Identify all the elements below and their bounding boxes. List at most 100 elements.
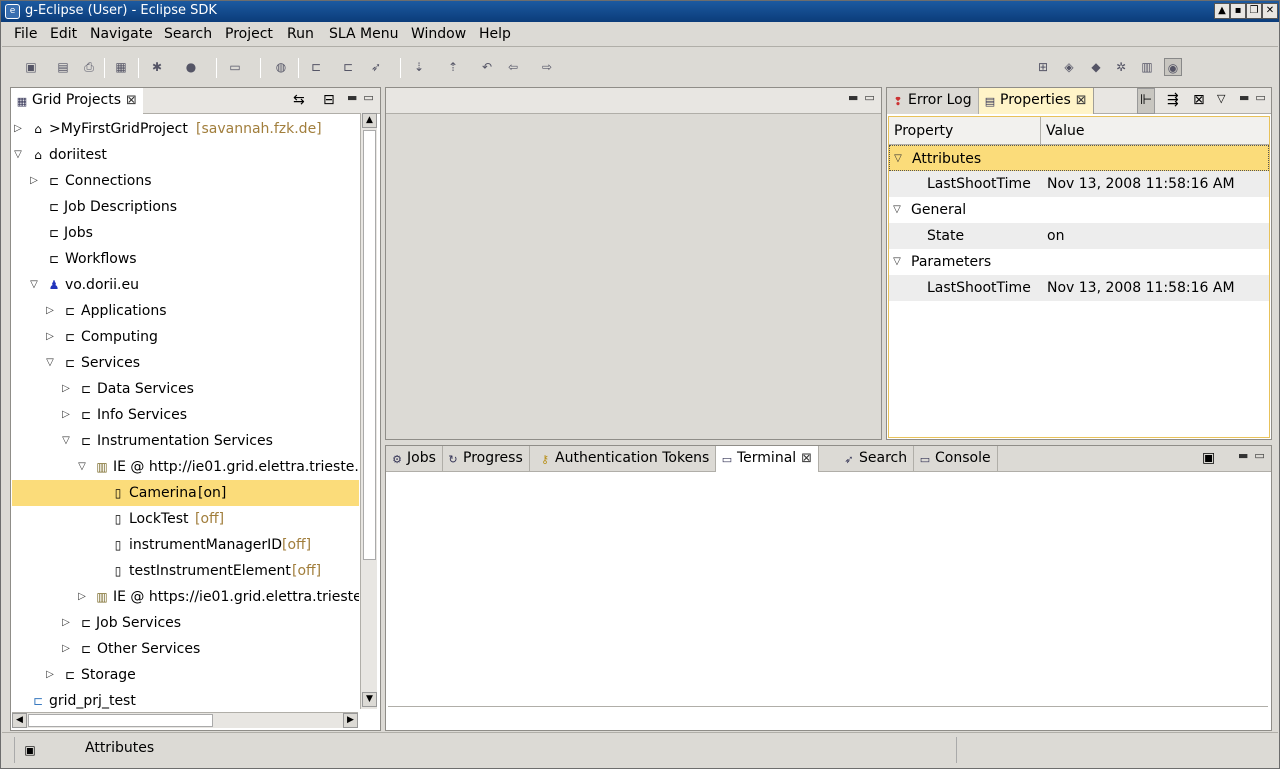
menu-project[interactable]: Project — [225, 26, 273, 42]
tree-horizontal-scrollbar[interactable]: ◀ ▶ — [12, 712, 358, 728]
property-category-row[interactable]: ▽ General — [889, 197, 1269, 223]
tree-row[interactable]: ▷ ⊏ Other Services — [12, 636, 359, 662]
expand-icon[interactable]: ▷ — [45, 662, 55, 688]
expand-icon[interactable]: ▷ — [29, 168, 39, 194]
property-row[interactable]: LastShootTime Nov 13, 2008 11:58:16 AM — [889, 275, 1269, 301]
menu-navigate[interactable]: Navigate — [90, 26, 153, 42]
tree-row[interactable]: ▯ instrumentManagerID [off] — [12, 532, 359, 558]
close-icon[interactable]: ⊠ — [1076, 93, 1087, 108]
perspective-user-icon[interactable]: ◈ — [1060, 58, 1078, 76]
run-job-icon[interactable]: ● — [182, 58, 200, 76]
perspective-java-icon[interactable]: ◆ — [1087, 58, 1105, 76]
expand-icon[interactable]: ▷ — [61, 376, 71, 402]
tree-row[interactable]: ▷ ⊏ Data Services — [12, 376, 359, 402]
scroll-up-icon[interactable]: ▲ — [362, 113, 377, 128]
tab-progress[interactable]: ↻ Progress — [442, 446, 530, 472]
tab-terminal[interactable]: ▭ Terminal ⊠ — [716, 446, 820, 472]
eclipse-app-icon[interactable]: e — [5, 4, 20, 19]
tree-row[interactable]: ▷ ⊏ Storage — [12, 662, 359, 688]
link-with-editor-icon[interactable]: ⇆ — [293, 88, 305, 114]
collapse-all-icon[interactable]: ⊟ — [323, 88, 335, 114]
tree-row[interactable]: ⊏ grid_prj_test — [12, 688, 359, 714]
tree-row[interactable]: ▯ testInstrumentElement [off] — [12, 558, 359, 584]
menu-window[interactable]: Window — [411, 26, 466, 42]
property-category-row[interactable]: ▽ Parameters — [889, 249, 1269, 275]
tree-row[interactable]: ▷ ⊏ Info Services — [12, 402, 359, 428]
open-perspective-icon[interactable]: ⊞ — [1034, 58, 1052, 76]
print-icon[interactable]: ⎙ — [80, 58, 98, 76]
last-edit-icon[interactable]: ↶ — [478, 58, 496, 76]
next-annotation-icon[interactable]: ⇣ — [410, 58, 428, 76]
column-property[interactable]: Property — [889, 117, 1041, 145]
tree-row[interactable]: ▷ ⊏ Job Services — [12, 610, 359, 636]
tree-row[interactable]: ▷ ⊏ Connections — [12, 168, 359, 194]
close-icon[interactable]: ⊠ — [801, 451, 812, 466]
scroll-right-icon[interactable]: ▶ — [343, 713, 358, 728]
expand-icon[interactable]: ▷ — [77, 584, 87, 610]
collapse-icon[interactable]: ▽ — [893, 146, 903, 172]
menu-edit[interactable]: Edit — [50, 26, 77, 42]
tab-properties[interactable]: ▤ Properties ⊠ — [979, 88, 1094, 114]
grid-action-icon[interactable]: ✱ — [148, 58, 166, 76]
collapse-icon[interactable]: ▽ — [29, 272, 39, 298]
expand-icon[interactable]: ▷ — [61, 636, 71, 662]
restore-default-icon[interactable]: ⊠ — [1193, 88, 1205, 114]
show-categories-icon[interactable]: ⊩ — [1137, 88, 1156, 114]
collapse-icon[interactable]: ▽ — [77, 454, 87, 480]
binary-icon[interactable]: ▦ — [112, 58, 130, 76]
fast-view-icon[interactable]: ▣ — [22, 742, 38, 758]
perspective-resource-icon[interactable]: ▥ — [1138, 58, 1156, 76]
perspective-debug-icon[interactable]: ✲ — [1112, 58, 1130, 76]
tree-row[interactable]: ▷ ▥ IE @ https://ie01.grid.elettra.trieste… — [12, 584, 359, 610]
launch-icon[interactable]: ➶ — [367, 58, 385, 76]
close-icon[interactable]: ⊠ — [126, 93, 137, 108]
tab-authentication-tokens[interactable]: ⚷ Authentication Tokens — [534, 446, 717, 472]
globe-icon[interactable]: ◍ — [272, 58, 290, 76]
open-folder-icon[interactable]: ▭ — [226, 58, 244, 76]
save-icon[interactable]: ▤ — [54, 58, 72, 76]
property-row[interactable]: LastShootTime Nov 13, 2008 11:58:16 AM — [889, 171, 1269, 197]
scroll-down-icon[interactable]: ▼ — [362, 692, 377, 707]
open-project-icon[interactable]: ⊏ — [307, 58, 325, 76]
menu-search[interactable]: Search — [164, 26, 212, 42]
tree-row[interactable]: ⊏ Workflows — [12, 246, 359, 272]
menu-help[interactable]: Help — [479, 26, 511, 42]
editor-minmax-icon[interactable]: ▬▭ — [848, 91, 881, 104]
tree-row[interactable]: ▽ ⌂ doriitest — [12, 142, 359, 168]
tree-row[interactable]: ⊏ Job Descriptions — [12, 194, 359, 220]
expand-icon[interactable]: ▷ — [45, 324, 55, 350]
column-value[interactable]: Value — [1041, 117, 1269, 145]
scroll-left-icon[interactable]: ◀ — [12, 713, 27, 728]
menu-file[interactable]: File — [14, 26, 37, 42]
perspective-grid-icon[interactable]: ◉ — [1164, 58, 1182, 76]
tree-row[interactable]: ▽ ▥ IE @ http://ie01.grid.elettra.trieste.… — [12, 454, 368, 480]
menu-sla[interactable]: SLA Menu — [329, 26, 398, 42]
property-row[interactable]: State on — [889, 223, 1269, 249]
scroll-thumb[interactable] — [363, 130, 376, 560]
back-icon[interactable]: ⇦ — [504, 58, 522, 76]
tree-row[interactable]: ▷ ⊏ Applications — [12, 298, 359, 324]
collapse-icon[interactable]: ▽ — [45, 350, 55, 376]
show-advanced-icon[interactable]: ⇶ — [1167, 88, 1179, 114]
tree-row[interactable]: ▷ ⊏ Computing — [12, 324, 359, 350]
window-minimize-button[interactable]: ▲ — [1214, 3, 1230, 19]
collapse-icon[interactable]: ▽ — [61, 428, 71, 454]
collapse-icon[interactable]: ▽ — [13, 142, 23, 168]
folder-icon[interactable]: ⊏ — [339, 58, 357, 76]
tree-row[interactable]: ▷ ⌂ >MyFirstGridProject [savannah.fzk.de] — [12, 116, 359, 142]
new-wizard-icon[interactable]: ▣ — [22, 58, 40, 76]
tree-row[interactable]: ⊏ Jobs — [12, 220, 359, 246]
tab-search[interactable]: ➶ Search — [838, 446, 915, 472]
tab-grid-projects[interactable]: ▦ Grid Projects ⊠ — [11, 88, 143, 114]
tree-row[interactable]: ▯ LockTest [off] — [12, 506, 359, 532]
tree-vertical-scrollbar[interactable]: ▲ ▼ — [360, 113, 377, 709]
forward-icon[interactable]: ⇨ — [538, 58, 556, 76]
scroll-thumb[interactable] — [28, 714, 213, 727]
open-terminal-icon[interactable]: ▣ — [1202, 446, 1215, 472]
property-category-row[interactable]: ▽ Attributes — [889, 145, 1269, 171]
view-minmax-icon[interactable]: ▬▭ — [347, 91, 380, 104]
tree-row[interactable]: ▽ ⊏ Instrumentation Services — [12, 428, 359, 454]
tree-row[interactable]: ▽ ♟ vo.dorii.eu — [12, 272, 359, 298]
view-minmax-icon[interactable]: ▬▭ — [1239, 91, 1272, 104]
menu-run[interactable]: Run — [287, 26, 314, 42]
